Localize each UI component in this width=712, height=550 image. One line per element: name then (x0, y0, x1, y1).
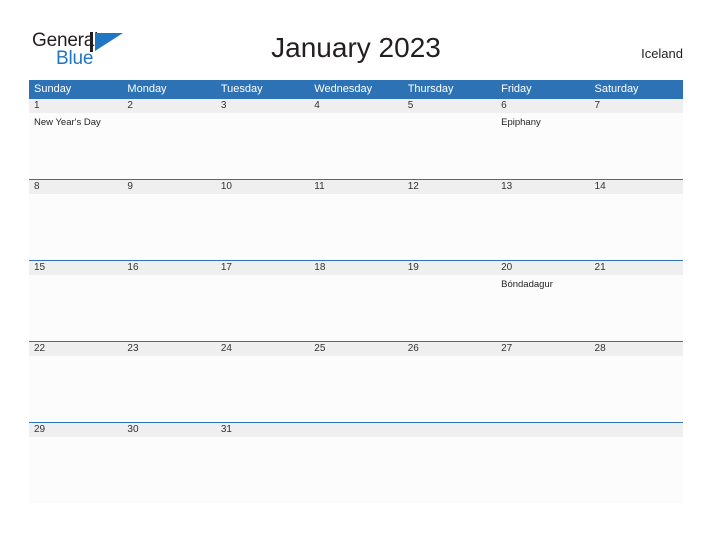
date-number-empty (590, 423, 683, 437)
date-number[interactable]: 8 (29, 180, 122, 194)
date-number[interactable]: 30 (122, 423, 215, 437)
day-event (590, 437, 683, 503)
date-number-band: 8 9 10 11 12 13 14 (29, 180, 683, 194)
date-number[interactable]: 23 (122, 342, 215, 356)
day-event (122, 437, 215, 503)
day-event (309, 437, 402, 503)
day-event (496, 437, 589, 503)
date-number[interactable]: 10 (216, 180, 309, 194)
day-event (496, 356, 589, 422)
day-event (309, 113, 402, 179)
date-number[interactable]: 3 (216, 99, 309, 113)
day-event-band: New Year's Day Epiphany (29, 113, 683, 179)
date-number[interactable]: 12 (403, 180, 496, 194)
date-number[interactable]: 19 (403, 261, 496, 275)
page-title: January 2023 (271, 32, 441, 63)
weekday-thursday: Thursday (407, 83, 454, 95)
date-number[interactable]: 6 (496, 99, 589, 113)
day-event (122, 113, 215, 179)
day-event (590, 113, 683, 179)
date-number[interactable]: 22 (29, 342, 122, 356)
day-event-band (29, 356, 683, 422)
day-event (216, 275, 309, 341)
date-number[interactable]: 29 (29, 423, 122, 437)
weekday-tuesday: Tuesday (220, 83, 263, 95)
day-event: Bóndadagur (501, 279, 553, 290)
weekday-saturday: Saturday (594, 83, 639, 95)
weekday-wednesday: Wednesday (314, 83, 373, 95)
date-number[interactable]: 20 (496, 261, 589, 275)
date-number[interactable]: 15 (29, 261, 122, 275)
day-event (590, 275, 683, 341)
week-row: 29 30 31 (29, 422, 683, 503)
day-event (403, 356, 496, 422)
date-number-band: 1 2 3 4 5 6 7 (29, 99, 683, 113)
day-event (496, 194, 589, 260)
date-number[interactable]: 28 (590, 342, 683, 356)
calendar-page: General Blue January 2023 Iceland Sunday… (0, 0, 712, 550)
date-number[interactable]: 14 (590, 180, 683, 194)
day-event (216, 113, 309, 179)
date-number[interactable]: 4 (309, 99, 402, 113)
week-row: 22 23 24 25 26 27 28 (29, 341, 683, 422)
day-event (403, 194, 496, 260)
date-number[interactable]: 13 (496, 180, 589, 194)
day-event (403, 275, 496, 341)
day-event (122, 356, 215, 422)
day-event (216, 194, 309, 260)
day-event (29, 437, 122, 503)
day-event (122, 194, 215, 260)
day-event: New Year's Day (34, 117, 101, 128)
date-number[interactable]: 7 (590, 99, 683, 113)
page-header: General Blue January 2023 Iceland (0, 0, 712, 80)
day-event-band (29, 194, 683, 260)
day-event (122, 275, 215, 341)
day-event (29, 275, 122, 341)
date-number-band: 29 30 31 (29, 423, 683, 437)
day-event: Epiphany (501, 117, 541, 128)
date-number[interactable]: 31 (216, 423, 309, 437)
date-number[interactable]: 17 (216, 261, 309, 275)
date-number[interactable]: 21 (590, 261, 683, 275)
day-event (309, 275, 402, 341)
day-event (29, 194, 122, 260)
date-number[interactable]: 24 (216, 342, 309, 356)
weekday-monday: Monday (127, 83, 167, 95)
day-event (216, 356, 309, 422)
date-number[interactable]: 9 (122, 180, 215, 194)
date-number[interactable]: 1 (29, 99, 122, 113)
day-event-band (29, 437, 683, 503)
day-event (309, 194, 402, 260)
date-number-band: 15 16 17 18 19 20 21 (29, 261, 683, 275)
country-label: Iceland (641, 46, 683, 61)
day-event (403, 437, 496, 503)
week-row: 15 16 17 18 19 20 21 Bóndadagur (29, 260, 683, 341)
day-event (309, 356, 402, 422)
date-number-empty (403, 423, 496, 437)
date-number[interactable]: 25 (309, 342, 402, 356)
date-number[interactable]: 26 (403, 342, 496, 356)
date-number[interactable]: 2 (122, 99, 215, 113)
date-number-empty (309, 423, 402, 437)
date-number[interactable]: 16 (122, 261, 215, 275)
date-number[interactable]: 27 (496, 342, 589, 356)
weekday-header-row: Sunday Monday Tuesday Wednesday Thursday… (29, 80, 683, 98)
week-row: 8 9 10 11 12 13 14 (29, 179, 683, 260)
date-number[interactable]: 5 (403, 99, 496, 113)
date-number-band: 22 23 24 25 26 27 28 (29, 342, 683, 356)
day-event (403, 113, 496, 179)
day-event (29, 356, 122, 422)
day-event (590, 194, 683, 260)
day-event-band: Bóndadagur (29, 275, 683, 341)
day-event (216, 437, 309, 503)
weekday-friday: Friday (501, 83, 532, 95)
date-number[interactable]: 11 (309, 180, 402, 194)
calendar-grid: Sunday Monday Tuesday Wednesday Thursday… (29, 80, 683, 503)
date-number-empty (496, 423, 589, 437)
week-row: 1 2 3 4 5 6 7 New Year's Day Epiphany (29, 98, 683, 179)
weekday-sunday: Sunday (34, 83, 72, 95)
day-event (590, 356, 683, 422)
date-number[interactable]: 18 (309, 261, 402, 275)
